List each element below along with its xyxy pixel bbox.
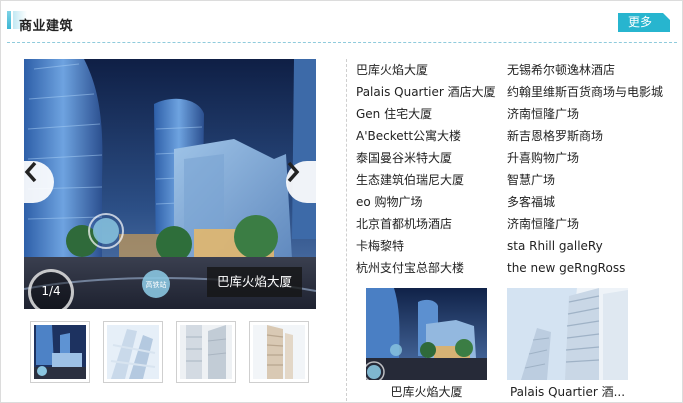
image-slideshow[interactable]: 高铁站 1/4 巴库火焰大厦	[24, 59, 316, 309]
list-item[interactable]: 济南恒隆广场	[507, 213, 663, 235]
list-item[interactable]: the new geRngRoss	[507, 257, 663, 279]
list-item[interactable]: 新吉恩格罗斯商场	[507, 125, 663, 147]
header-divider	[7, 42, 677, 43]
card-image	[366, 288, 487, 380]
list-item[interactable]: sta Rhill galleRy	[507, 235, 663, 257]
building-list-left: 巴库火焰大厦 Palais Quartier 酒店大厦 Gen 住宅大厦 A'B…	[356, 59, 496, 279]
list-item[interactable]: 约翰里维斯百货商场与电影城	[507, 81, 663, 103]
image-card-2[interactable]: Palais Quartier 酒...	[507, 288, 628, 400]
slide-counter: 1/4	[28, 269, 74, 309]
list-item[interactable]: 升喜购物广场	[507, 147, 663, 169]
thumbnail-4[interactable]	[249, 321, 309, 383]
list-item[interactable]: 多客福城	[507, 191, 663, 213]
chevron-right-icon	[287, 161, 300, 183]
building-list-right: 无锡希尔顿逸林酒店 约翰里维斯百货商场与电影城 济南恒隆广场 新吉恩格罗斯商场 …	[507, 59, 663, 279]
commercial-architecture-panel: 商业建筑 更多 高铁站 1/4 巴库火焰大厦 巴库火焰大厦 Palais Qua…	[0, 0, 683, 403]
card-caption[interactable]: 巴库火焰大厦	[366, 383, 487, 400]
slide-caption[interactable]: 巴库火焰大厦	[206, 267, 302, 297]
more-button[interactable]: 更多	[618, 13, 670, 32]
list-item[interactable]: eo 购物广场	[356, 191, 496, 213]
image-card-1[interactable]: 巴库火焰大厦	[366, 288, 487, 400]
card-image	[507, 288, 628, 380]
list-item[interactable]: 生态建筑伯瑞尼大厦	[356, 169, 496, 191]
list-item[interactable]: 北京首都机场酒店	[356, 213, 496, 235]
list-item[interactable]: A'Beckett公寓大楼	[356, 125, 496, 147]
header-accent-bar	[7, 11, 11, 29]
list-item[interactable]: 智慧广场	[507, 169, 663, 191]
card-caption[interactable]: Palais Quartier 酒...	[507, 383, 628, 400]
list-item[interactable]: 卡梅黎特	[356, 235, 496, 257]
list-item[interactable]: 济南恒隆广场	[507, 103, 663, 125]
section-title: 商业建筑	[19, 19, 74, 34]
column-divider	[346, 59, 347, 401]
list-item[interactable]: 泰国曼谷米特大厦	[356, 147, 496, 169]
section-header: 商业建筑 更多	[1, 1, 682, 41]
list-item[interactable]: 无锡希尔顿逸林酒店	[507, 59, 663, 81]
list-item[interactable]: Palais Quartier 酒店大厦	[356, 81, 496, 103]
thumbnail-2[interactable]	[103, 321, 163, 383]
list-item[interactable]: Gen 住宅大厦	[356, 103, 496, 125]
list-item[interactable]: 巴库火焰大厦	[356, 59, 496, 81]
thumbnail-3[interactable]	[176, 321, 236, 383]
chevron-left-icon	[24, 161, 37, 183]
list-item[interactable]: 杭州支付宝总部大楼	[356, 257, 496, 279]
thumbnail-1[interactable]	[30, 321, 90, 383]
slide-badge-text: 高铁站	[146, 280, 167, 289]
